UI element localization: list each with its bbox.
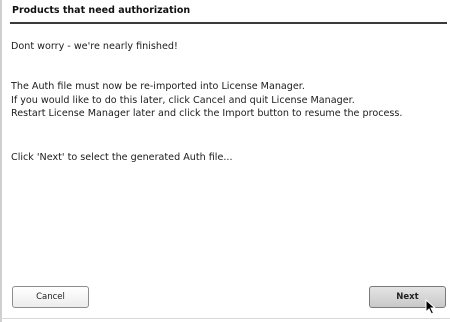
instruction-line: If you would like to do this later, clic…: [11, 94, 355, 106]
window-bottom-edge: [0, 318, 450, 319]
mouse-pointer-icon: [425, 299, 437, 315]
instruction-line: The Auth file must now be re-imported in…: [11, 81, 305, 92]
cancel-button[interactable]: Cancel: [12, 286, 89, 308]
window-left-edge: [0, 0, 2, 322]
authorization-dialog: Products that need authorization Dont wo…: [0, 0, 450, 322]
instruction-line: Restart License Manager later and click …: [11, 108, 403, 119]
title-divider: [10, 22, 447, 24]
intro-text: Dont worry - we're nearly finished!: [11, 41, 178, 52]
instructions-paragraph: The Auth file must now be re-imported in…: [11, 80, 402, 121]
next-instruction-text: Click 'Next' to select the generated Aut…: [11, 152, 233, 163]
page-title: Products that need authorization: [12, 5, 191, 16]
